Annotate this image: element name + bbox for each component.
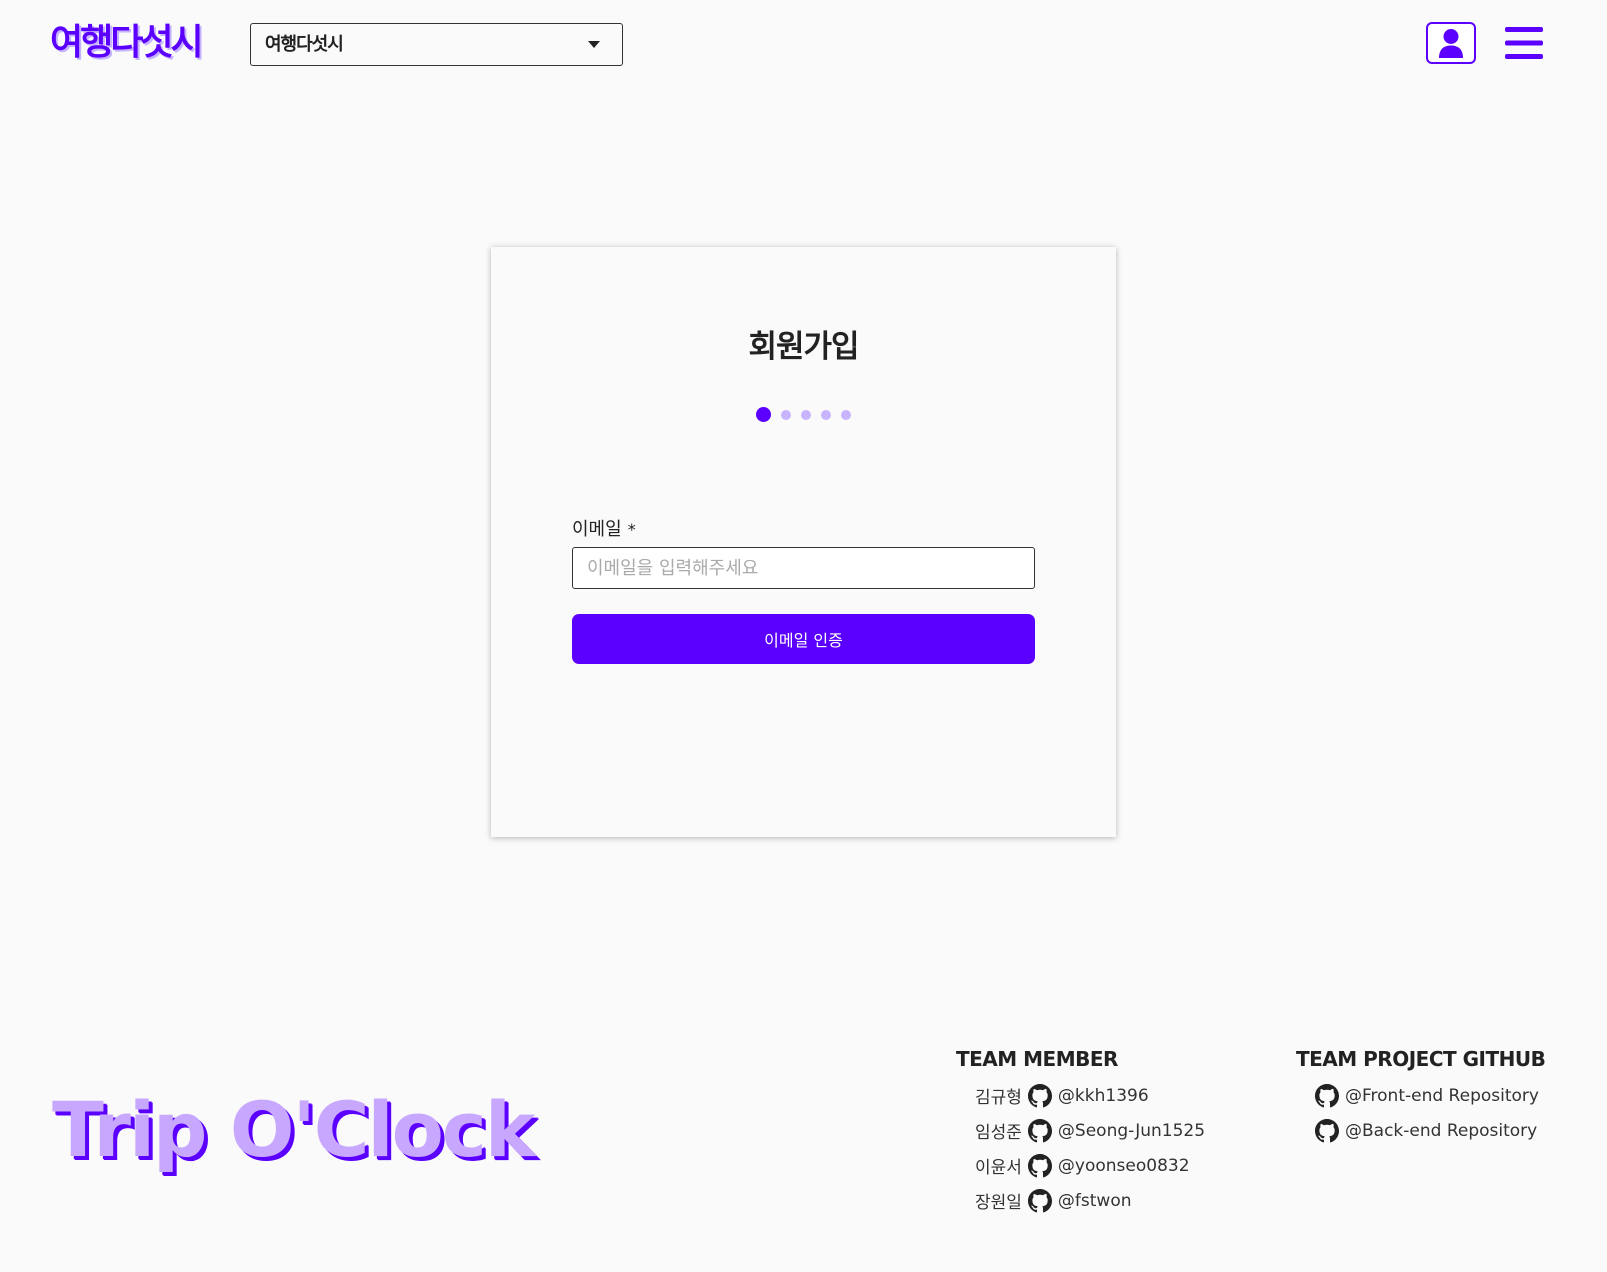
backend-repo-link[interactable]: @Back-end Repository (1345, 1121, 1537, 1141)
member-name: 임성준 (975, 1123, 1022, 1143)
github-icon (1027, 1188, 1052, 1212)
site-select-dropdown[interactable]: 여행다섯시 (250, 23, 623, 66)
member-name: 이윤서 (975, 1158, 1022, 1178)
step-dot-3 (801, 409, 811, 420)
team-member-row: 임성준 @Seong-Jun1525 (956, 1113, 1205, 1148)
step-dot-1 (756, 407, 771, 422)
github-icon (1027, 1118, 1052, 1142)
member-name: 장원일 (975, 1193, 1022, 1213)
team-member-heading: TEAM MEMBER (956, 1047, 1118, 1071)
repo-row: @Front-end Repository (1296, 1078, 1545, 1113)
step-dot-5 (841, 409, 851, 420)
team-member-section: TEAM MEMBER 김규형 @kkh1396 임성준 @Seong-Jun1… (956, 1046, 1205, 1218)
email-label-text: 이메일 (572, 519, 622, 540)
member-github-link[interactable]: @kkh1396 (1058, 1086, 1149, 1106)
project-github-heading: TEAM PROJECT GITHUB (1296, 1047, 1546, 1071)
step-dot-2 (781, 409, 791, 420)
step-indicator (491, 407, 1116, 422)
frontend-repo-link[interactable]: @Front-end Repository (1345, 1086, 1539, 1106)
email-verify-button[interactable]: 이메일 인증 (572, 614, 1035, 664)
member-github-link[interactable]: @yoonseo0832 (1058, 1156, 1190, 1176)
member-github-link[interactable]: @Seong-Jun1525 (1058, 1121, 1205, 1141)
caret-down-icon (588, 41, 600, 48)
github-icon (1315, 1083, 1339, 1107)
required-mark: * (627, 520, 636, 539)
site-select-value: 여행다섯시 (265, 34, 344, 55)
team-member-row: 장원일 @fstwon (956, 1183, 1205, 1218)
github-icon (1315, 1118, 1339, 1142)
step-dot-4 (821, 409, 831, 420)
hamburger-menu-icon (1505, 27, 1543, 59)
brand-wordmark: Trip O'Clock (52, 1085, 535, 1174)
user-profile-button[interactable] (1426, 22, 1476, 64)
user-icon (1439, 29, 1463, 58)
signup-title: 회원가입 (748, 329, 859, 365)
email-input[interactable] (572, 547, 1035, 589)
hamburger-menu-button[interactable] (1505, 26, 1543, 60)
team-member-row: 김규형 @kkh1396 (956, 1078, 1205, 1113)
project-github-section: TEAM PROJECT GITHUB @Front-end Repositor… (1296, 1046, 1546, 1148)
signup-card: 회원가입 이메일 * 이메일 인증 (491, 247, 1116, 837)
email-label: 이메일 * (572, 515, 636, 541)
member-name: 김규형 (975, 1088, 1022, 1108)
repo-row: @Back-end Repository (1296, 1113, 1545, 1148)
github-icon (1027, 1153, 1052, 1177)
site-logo[interactable]: 여행다섯시 (50, 18, 204, 68)
team-member-row: 이윤서 @yoonseo0832 (956, 1148, 1205, 1183)
github-icon (1027, 1083, 1052, 1107)
member-github-link[interactable]: @fstwon (1058, 1191, 1132, 1211)
